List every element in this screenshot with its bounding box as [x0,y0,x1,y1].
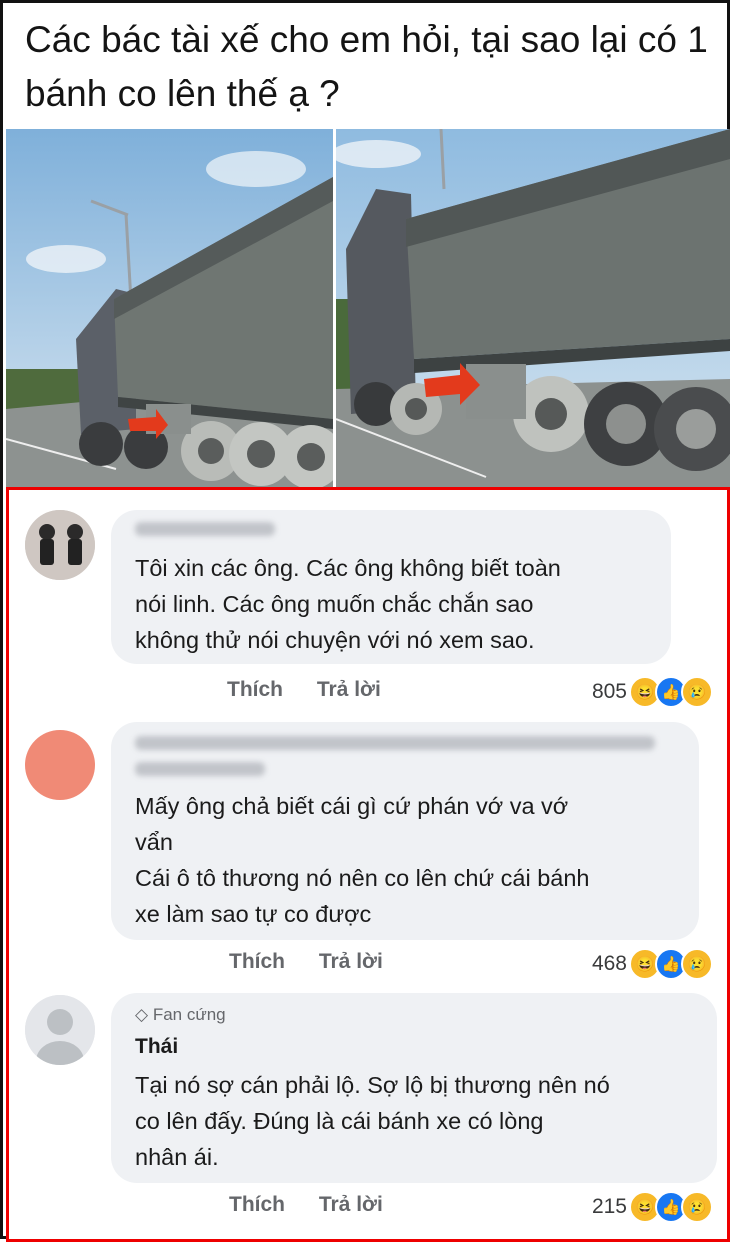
author-name-blurred-line2 [135,762,265,776]
reply-action[interactable]: Trả lời [319,1193,383,1216]
truck-photos [6,129,730,487]
comment-actions: Thích Trả lời [229,950,411,974]
fan-badge: ◇ Fan cứng [135,1005,226,1025]
author-name-blurred[interactable] [135,522,275,536]
comment-bubble: ◇ Fan cứng Thái Tại nó sợ cán phải lộ. S… [111,993,717,1183]
comment-bubble: Mấy ông chả biết cái gì cứ phán vớ va vớ… [111,722,699,940]
reactions[interactable]: 468 😆 👍 😢 [592,948,713,980]
avatar[interactable] [25,510,95,580]
comment: ◇ Fan cứng Thái Tại nó sợ cán phải lộ. S… [9,985,727,1235]
reaction-count: 468 [591,952,627,975]
sad-icon: 😢 [681,676,713,708]
truck-photo-right [336,129,730,487]
comment-text: Tôi xin các ông. Các ông không biết toàn… [135,555,561,653]
comment: Tôi xin các ông. Các ông không biết toàn… [9,490,727,708]
sad-icon: 😢 [681,1191,713,1223]
post-frame: Các bác tài xế cho em hỏi, tại sao lại c… [0,0,730,1242]
post-title: Các bác tài xế cho em hỏi, tại sao lại c… [25,19,708,114]
like-action[interactable]: Thích [229,1193,285,1216]
reply-action[interactable]: Trả lời [319,950,383,973]
comment-actions: Thích Trả lời [229,1193,411,1217]
fan-badge-label: Fan cứng [152,1005,226,1024]
author-name-blurred[interactable] [135,736,655,750]
like-action[interactable]: Thích [229,950,285,973]
like-action[interactable]: Thích [227,678,283,701]
reactions[interactable]: 805 😆 👍 😢 [592,676,713,708]
comment-text: Mấy ông chả biết cái gì cứ phán vớ va vớ… [135,793,590,927]
reaction-count: 805 [591,680,627,703]
comment: Mấy ông chả biết cái gì cứ phán vớ va vớ… [9,712,727,980]
comment-text: Tại nó sợ cán phải lộ. Sợ lộ bị thương n… [135,1072,610,1170]
truck-photo-left [6,129,333,487]
avatar[interactable] [25,730,95,800]
comment-bubble: Tôi xin các ông. Các ông không biết toàn… [111,510,671,664]
avatar[interactable] [25,995,95,1065]
comments-section: Tôi xin các ông. Các ông không biết toàn… [6,487,730,1242]
sad-icon: 😢 [681,948,713,980]
diamond-icon: ◇ [135,1005,149,1024]
author-name[interactable]: Thái [135,1035,178,1059]
comment-actions: Thích Trả lời [227,678,409,702]
reply-action[interactable]: Trả lời [317,678,381,701]
reaction-count: 215 [591,1195,627,1218]
reactions[interactable]: 215 😆 👍 😢 [592,1191,713,1223]
